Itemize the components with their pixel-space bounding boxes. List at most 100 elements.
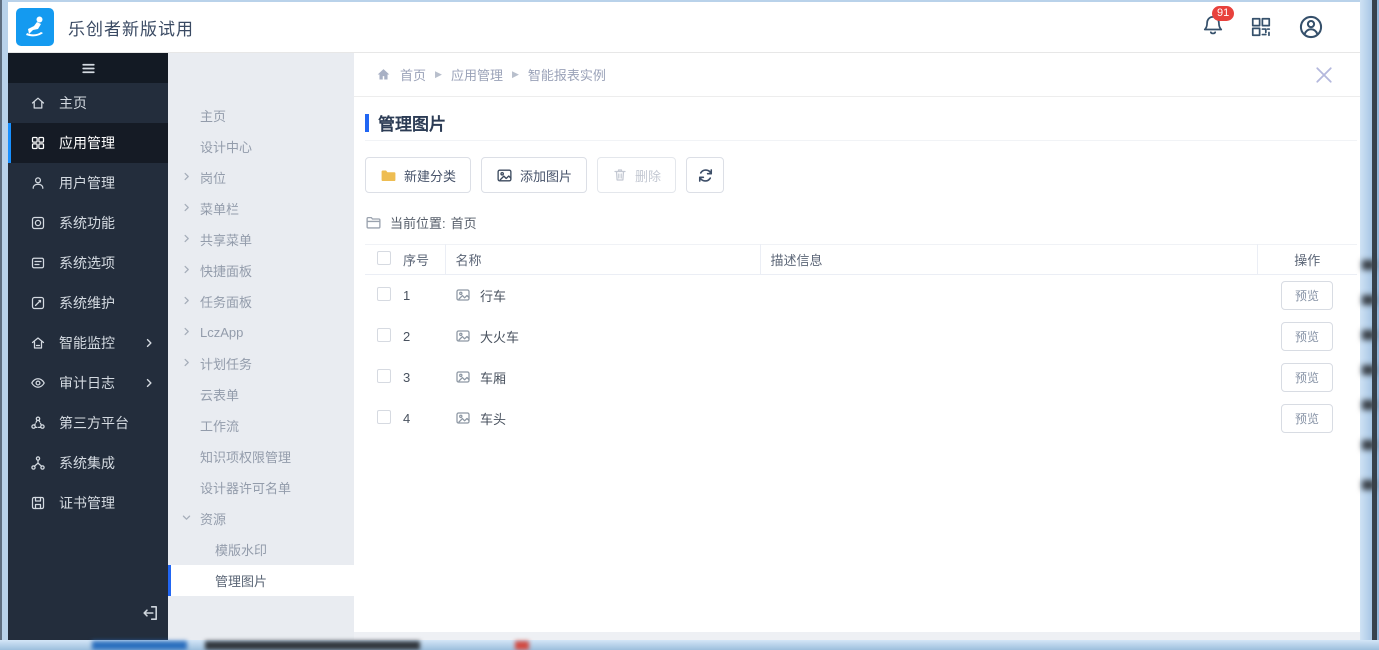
trash-icon (614, 169, 626, 181)
preview-button[interactable]: 预览 (1280, 362, 1333, 392)
table-header-row: 序号 名称 描述信息 操作 (365, 244, 1357, 275)
submenu-item-label: 资源 (200, 512, 227, 527)
row-checkbox[interactable] (377, 286, 391, 301)
row-checkbox[interactable] (377, 327, 391, 342)
image-icon (497, 169, 512, 181)
sidebar-item-certificate-management[interactable]: 证书管理 (8, 483, 168, 523)
submenu-item-label: 知识项权限管理 (200, 450, 292, 465)
submenu-item-home[interactable]: 主页 (168, 100, 354, 131)
hamburger-icon (81, 63, 95, 73)
chevron-right-icon (146, 338, 152, 348)
table-row: 4 车头 预览 (365, 398, 1357, 439)
submenu-item-shared-menu[interactable]: 共享菜单 (168, 224, 354, 255)
sidebar-item-system-integration[interactable]: 系统集成 (8, 443, 168, 483)
sidebar-item-smart-monitoring[interactable]: 智能监控 (8, 323, 168, 363)
sidebar-item-app-management[interactable]: 应用管理 (8, 123, 168, 163)
window-bottom-border (0, 640, 1379, 650)
submenu-item-designer-whitelist[interactable]: 设计器许可名单 (168, 472, 354, 503)
submenu-item-resources[interactable]: 资源 (168, 503, 354, 534)
current-location-row: 当前位置: 首页 (365, 213, 1357, 232)
title-accent-bar (365, 113, 369, 132)
current-location-value[interactable]: 首页 (451, 213, 477, 232)
background-window-edge (1372, 0, 1377, 650)
row-name[interactable]: 车厢 (480, 368, 506, 387)
submenu-item-template-watermark[interactable]: 模版水印 (168, 534, 354, 565)
row-name[interactable]: 行车 (480, 286, 506, 305)
preview-button[interactable]: 预览 (1280, 280, 1333, 310)
submenu-item-label: 管理图片 (215, 574, 268, 589)
image-icon (456, 330, 470, 342)
qr-code-button[interactable] (1250, 16, 1272, 38)
sidebar-item-user-management[interactable]: 用户管理 (8, 163, 168, 203)
table-row: 2 大火车 预览 (365, 316, 1357, 357)
sidebar-exit-button[interactable] (141, 604, 159, 627)
refresh-button[interactable] (686, 157, 725, 193)
image-icon (456, 289, 470, 301)
sidebar-item-label: 第三方平台 (59, 415, 129, 431)
preview-button[interactable]: 预览 (1280, 321, 1333, 351)
preview-button[interactable]: 预览 (1280, 403, 1333, 433)
system-maintenance-icon (31, 296, 45, 310)
submenu-item-scheduled-tasks[interactable]: 计划任务 (168, 348, 354, 379)
delete-button[interactable]: 删除 (597, 157, 677, 193)
submenu-item-menu-bar[interactable]: 菜单栏 (168, 193, 354, 224)
submenu-item-knowledge-permissions[interactable]: 知识项权限管理 (168, 441, 354, 472)
sidebar-item-audit-logs[interactable]: 审计日志 (8, 363, 168, 403)
select-all-checkbox[interactable] (377, 251, 391, 265)
breadcrumb-item[interactable]: 智能报表实例 (528, 65, 606, 84)
home-icon (31, 97, 45, 109)
table-row: 1 行车 预览 (365, 275, 1357, 316)
sidebar-item-home[interactable]: 主页 (8, 83, 168, 123)
breadcrumb-item[interactable]: 应用管理 (451, 65, 503, 84)
window-frame: 乐创者新版试用 91 主页 应用管理 用户管理 系统功能 系统选项 系统维护 智… (0, 0, 1379, 650)
submenu-item-task-panel[interactable]: 任务面板 (168, 286, 354, 317)
submenu-item-positions[interactable]: 岗位 (168, 162, 354, 193)
submenu-item-design-center[interactable]: 设计中心 (168, 131, 354, 162)
submenu-item-workflow[interactable]: 工作流 (168, 410, 354, 441)
toolbar: 新建分类 添加图片 删除 (365, 157, 1357, 193)
breadcrumb-item[interactable]: 首页 (400, 65, 426, 84)
background-window-artifact (1362, 330, 1375, 340)
column-header-index: 序号 (393, 244, 446, 275)
primary-sidebar: 主页 应用管理 用户管理 系统功能 系统选项 系统维护 智能监控 审计日志 第三… (8, 53, 168, 640)
row-index: 4 (403, 410, 411, 426)
close-tab-button[interactable] (1312, 63, 1336, 87)
sidebar-item-system-functions[interactable]: 系统功能 (8, 203, 168, 243)
sidebar-item-label: 系统维护 (59, 295, 115, 311)
chevron-right-icon (184, 296, 189, 305)
submenu-item-label: 岗位 (200, 171, 227, 186)
submenu-item-quick-panel[interactable]: 快捷面板 (168, 255, 354, 286)
row-name[interactable]: 车头 (480, 409, 506, 428)
app-logo[interactable] (16, 8, 54, 46)
submenu-item-manage-images[interactable]: 管理图片 (168, 565, 354, 596)
system-options-icon (31, 257, 45, 269)
sidebar-item-system-maintenance[interactable]: 系统维护 (8, 283, 168, 323)
add-image-button[interactable]: 添加图片 (481, 157, 588, 193)
sidebar-item-label: 系统集成 (59, 455, 115, 471)
application-window: 乐创者新版试用 91 主页 应用管理 用户管理 系统功能 系统选项 系统维护 智… (8, 2, 1360, 640)
new-category-button[interactable]: 新建分类 (365, 157, 472, 193)
chevron-right-icon (184, 172, 189, 181)
sidebar-collapse-button[interactable] (8, 53, 168, 83)
sidebar-item-third-party[interactable]: 第三方平台 (8, 403, 168, 443)
page-title-row: 管理图片 (365, 105, 1357, 141)
submenu-item-lczapp[interactable]: LczApp (168, 317, 354, 348)
row-checkbox[interactable] (377, 409, 391, 424)
submenu-item-label: 主页 (200, 109, 227, 124)
third-party-icon (31, 416, 45, 429)
row-checkbox[interactable] (377, 368, 391, 383)
submenu-item-label: 设计器许可名单 (200, 481, 292, 496)
submenu-item-label: 菜单栏 (200, 202, 240, 217)
sidebar-item-label: 证书管理 (59, 495, 115, 511)
page-bottom-margin (354, 632, 1360, 640)
user-account-button[interactable] (1298, 14, 1324, 40)
sidebar-item-label: 智能监控 (59, 335, 115, 351)
manage-images-page: 管理图片 新建分类 添加图片 删除 当前位置: 首页 序号 名称 描述信息 操作… (354, 97, 1360, 640)
notifications-button[interactable]: 91 (1202, 5, 1235, 41)
sidebar-item-system-options[interactable]: 系统选项 (8, 243, 168, 283)
submenu-item-label: 任务面板 (200, 295, 253, 310)
row-name[interactable]: 大火车 (480, 327, 519, 346)
breadcrumb-home-icon (377, 69, 390, 80)
submenu-item-cloud-forms[interactable]: 云表单 (168, 379, 354, 410)
apps-icon (31, 136, 45, 150)
